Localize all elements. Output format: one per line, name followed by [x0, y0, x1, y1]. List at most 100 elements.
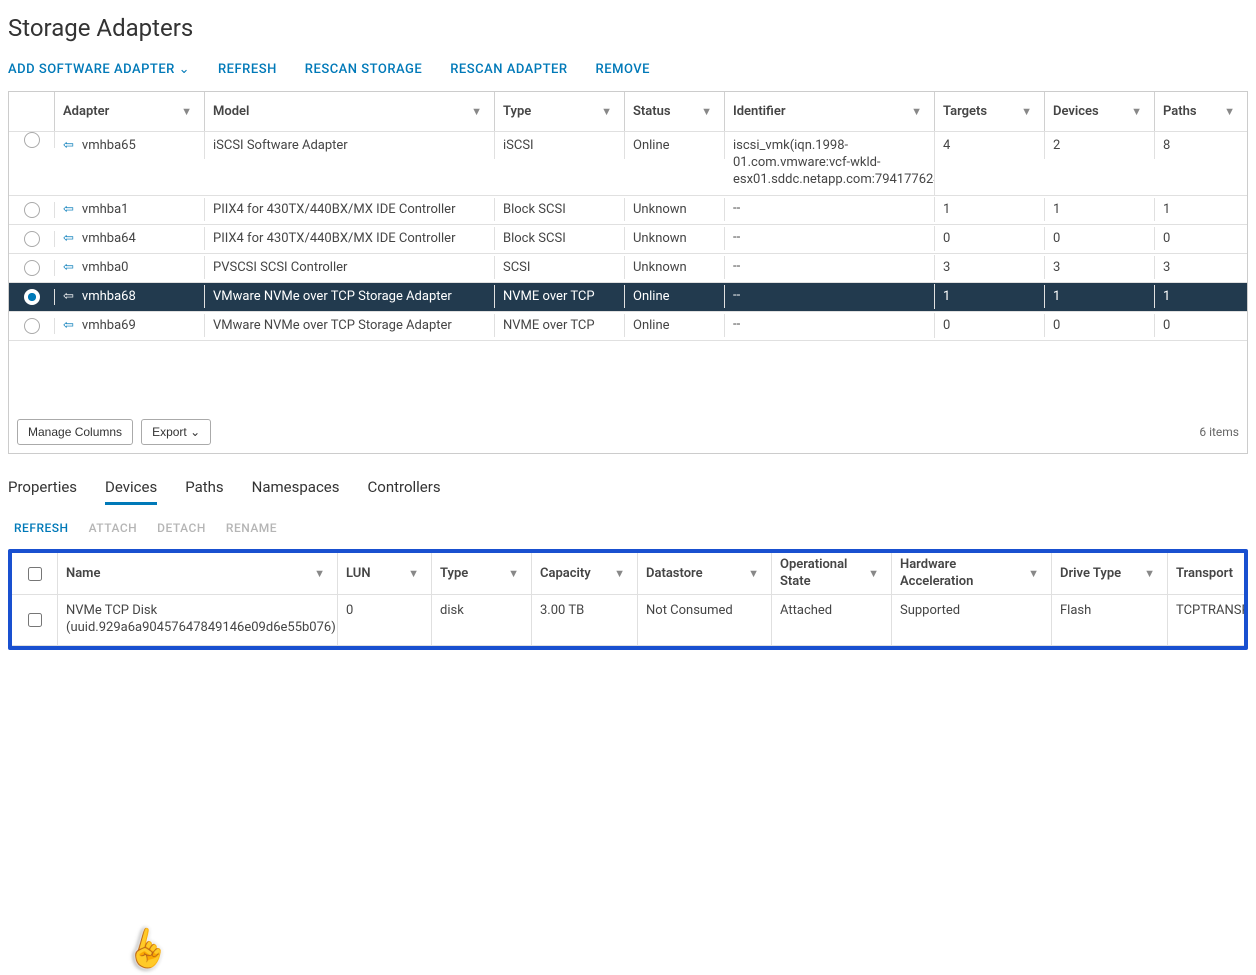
cursor-hand-icon: ☝ — [121, 923, 175, 975]
device-row-checkbox[interactable] — [28, 613, 42, 627]
rescan-adapter-button[interactable]: RESCAN ADAPTER — [450, 62, 567, 77]
cell-status: Unknown — [625, 227, 725, 250]
devices-select-all-checkbox[interactable] — [28, 567, 42, 581]
row-radio[interactable] — [24, 132, 40, 148]
row-radio[interactable] — [24, 202, 40, 218]
adapter-row[interactable]: ⇦vmhba69VMware NVMe over TCP Storage Ada… — [9, 312, 1247, 341]
adapter-name: vmhba65 — [82, 138, 136, 153]
tab-namespaces[interactable]: Namespaces — [252, 478, 340, 505]
row-radio[interactable] — [24, 260, 40, 276]
cell-identifier: -- — [725, 197, 935, 222]
top-toolbar: ADD SOFTWARE ADAPTER REFRESH RESCAN STOR… — [8, 52, 1248, 91]
tab-devices[interactable]: Devices — [105, 478, 157, 505]
adapters-header-row: Adapter ▼ Model ▼ Type ▼ Status ▼ Identi… — [9, 92, 1247, 132]
adapter-row[interactable]: ⇦vmhba64PIIX4 for 430TX/440BX/MX IDE Con… — [9, 225, 1247, 254]
dcol-hw[interactable]: Hardware Acceleration — [900, 557, 1024, 591]
adapter-name: vmhba69 — [82, 318, 136, 333]
dcol-datastore[interactable]: Datastore — [646, 566, 703, 581]
dcol-operational[interactable]: Operational State — [780, 557, 864, 591]
item-count-label: 6 items — [1199, 425, 1239, 439]
tab-paths[interactable]: Paths — [185, 478, 223, 505]
filter-icon[interactable]: ▼ — [404, 567, 423, 580]
col-devices[interactable]: Devices — [1053, 104, 1099, 119]
filter-icon[interactable]: ▼ — [310, 567, 329, 580]
devices-grid: Name ▼ LUN ▼ Type ▼ Capacity ▼ Datastore ▼ Op… — [8, 549, 1248, 651]
detail-tabs: Properties Devices Paths Namespaces Cont… — [8, 454, 1248, 513]
rescan-storage-button[interactable]: RESCAN STORAGE — [305, 62, 422, 77]
adapters-footer: Manage Columns Export 6 items — [9, 411, 1247, 453]
filter-icon[interactable]: ▼ — [907, 105, 926, 118]
filter-icon[interactable]: ▼ — [177, 105, 196, 118]
dcol-transport[interactable]: Transport — [1176, 566, 1233, 581]
filter-icon[interactable]: ▼ — [467, 105, 486, 118]
cell-status: Unknown — [625, 256, 725, 279]
cell-status: Unknown — [625, 198, 725, 221]
row-radio[interactable] — [24, 318, 40, 334]
dcol-type[interactable]: Type — [440, 566, 468, 581]
cell-targets: 0 — [935, 314, 1045, 337]
cell-status: Online — [625, 132, 725, 159]
adapter-row[interactable]: ⇦vmhba0PVSCSI SCSI ControllerSCSIUnknown… — [9, 254, 1247, 283]
filter-icon[interactable]: ▼ — [1220, 105, 1239, 118]
cell-devices: 0 — [1045, 314, 1155, 337]
dcol-name[interactable]: Name — [66, 566, 100, 581]
col-adapter[interactable]: Adapter — [63, 104, 109, 119]
cell-devices: 1 — [1045, 285, 1155, 308]
dcol-drive[interactable]: Drive Type — [1060, 566, 1121, 581]
filter-icon[interactable]: ▼ — [610, 567, 629, 580]
filter-icon[interactable]: ▼ — [1140, 567, 1159, 580]
cell-model: PVSCSI SCSI Controller — [205, 256, 495, 279]
remove-button[interactable]: REMOVE — [596, 62, 650, 77]
col-paths[interactable]: Paths — [1163, 104, 1197, 119]
filter-icon[interactable]: ▼ — [697, 105, 716, 118]
cell-targets: 1 — [935, 285, 1045, 308]
filter-icon[interactable]: ▼ — [504, 567, 523, 580]
cell-devices: 2 — [1045, 132, 1155, 159]
tab-properties[interactable]: Properties — [8, 478, 77, 505]
adapter-icon: ⇦ — [63, 138, 74, 153]
add-software-adapter-button[interactable]: ADD SOFTWARE ADAPTER — [8, 62, 190, 77]
devices-attach-button[interactable]: ATTACH — [89, 521, 138, 535]
cell-type: iSCSI — [495, 132, 625, 159]
filter-icon[interactable]: ▼ — [1017, 105, 1036, 118]
filter-icon[interactable]: ▼ — [744, 567, 763, 580]
dcol-lun[interactable]: LUN — [346, 566, 371, 581]
row-radio[interactable] — [24, 231, 40, 247]
devices-detach-button[interactable]: DETACH — [157, 521, 206, 535]
devices-rename-button[interactable]: RENAME — [226, 521, 277, 535]
col-type[interactable]: Type — [503, 104, 531, 119]
page-title: Storage Adapters — [8, 0, 1248, 52]
filter-icon[interactable]: ▼ — [864, 567, 883, 580]
dcol-capacity[interactable]: Capacity — [540, 566, 591, 581]
devices-refresh-button[interactable]: REFRESH — [14, 521, 69, 535]
adapters-grid: Adapter ▼ Model ▼ Type ▼ Status ▼ Identi… — [8, 91, 1248, 454]
tab-controllers[interactable]: Controllers — [368, 478, 441, 505]
cell-paths: 3 — [1155, 256, 1247, 279]
col-model[interactable]: Model — [213, 104, 249, 119]
filter-icon[interactable]: ▼ — [1127, 105, 1146, 118]
manage-columns-button[interactable]: Manage Columns — [17, 419, 133, 445]
adapter-row[interactable]: ⇦vmhba68VMware NVMe over TCP Storage Ada… — [9, 283, 1247, 312]
adapter-row[interactable]: ⇦vmhba65iSCSI Software AdapteriSCSIOnlin… — [9, 132, 1247, 196]
col-targets[interactable]: Targets — [943, 104, 987, 119]
cell-targets: 4 — [935, 132, 1045, 159]
cell-type: Block SCSI — [495, 198, 625, 221]
cell-identifier: -- — [725, 284, 935, 309]
dcell-lun: 0 — [338, 595, 432, 645]
cell-model: VMware NVMe over TCP Storage Adapter — [205, 314, 495, 337]
device-row[interactable]: NVMe TCP Disk (uuid.929a6a90457647849146… — [12, 595, 1244, 646]
col-identifier[interactable]: Identifier — [733, 104, 786, 119]
export-button[interactable]: Export — [141, 419, 211, 445]
cell-status: Online — [625, 314, 725, 337]
adapter-row[interactable]: ⇦vmhba1PIIX4 for 430TX/440BX/MX IDE Cont… — [9, 196, 1247, 225]
dcell-datastore: Not Consumed — [638, 595, 772, 645]
filter-icon[interactable]: ▼ — [597, 105, 616, 118]
refresh-button[interactable]: REFRESH — [218, 62, 277, 77]
cell-paths: 1 — [1155, 285, 1247, 308]
cell-paths: 8 — [1155, 132, 1247, 159]
row-radio[interactable] — [24, 289, 40, 305]
col-status[interactable]: Status — [633, 104, 671, 119]
adapter-icon: ⇦ — [63, 260, 74, 275]
filter-icon[interactable]: ▼ — [1024, 567, 1043, 580]
cell-status: Online — [625, 285, 725, 308]
